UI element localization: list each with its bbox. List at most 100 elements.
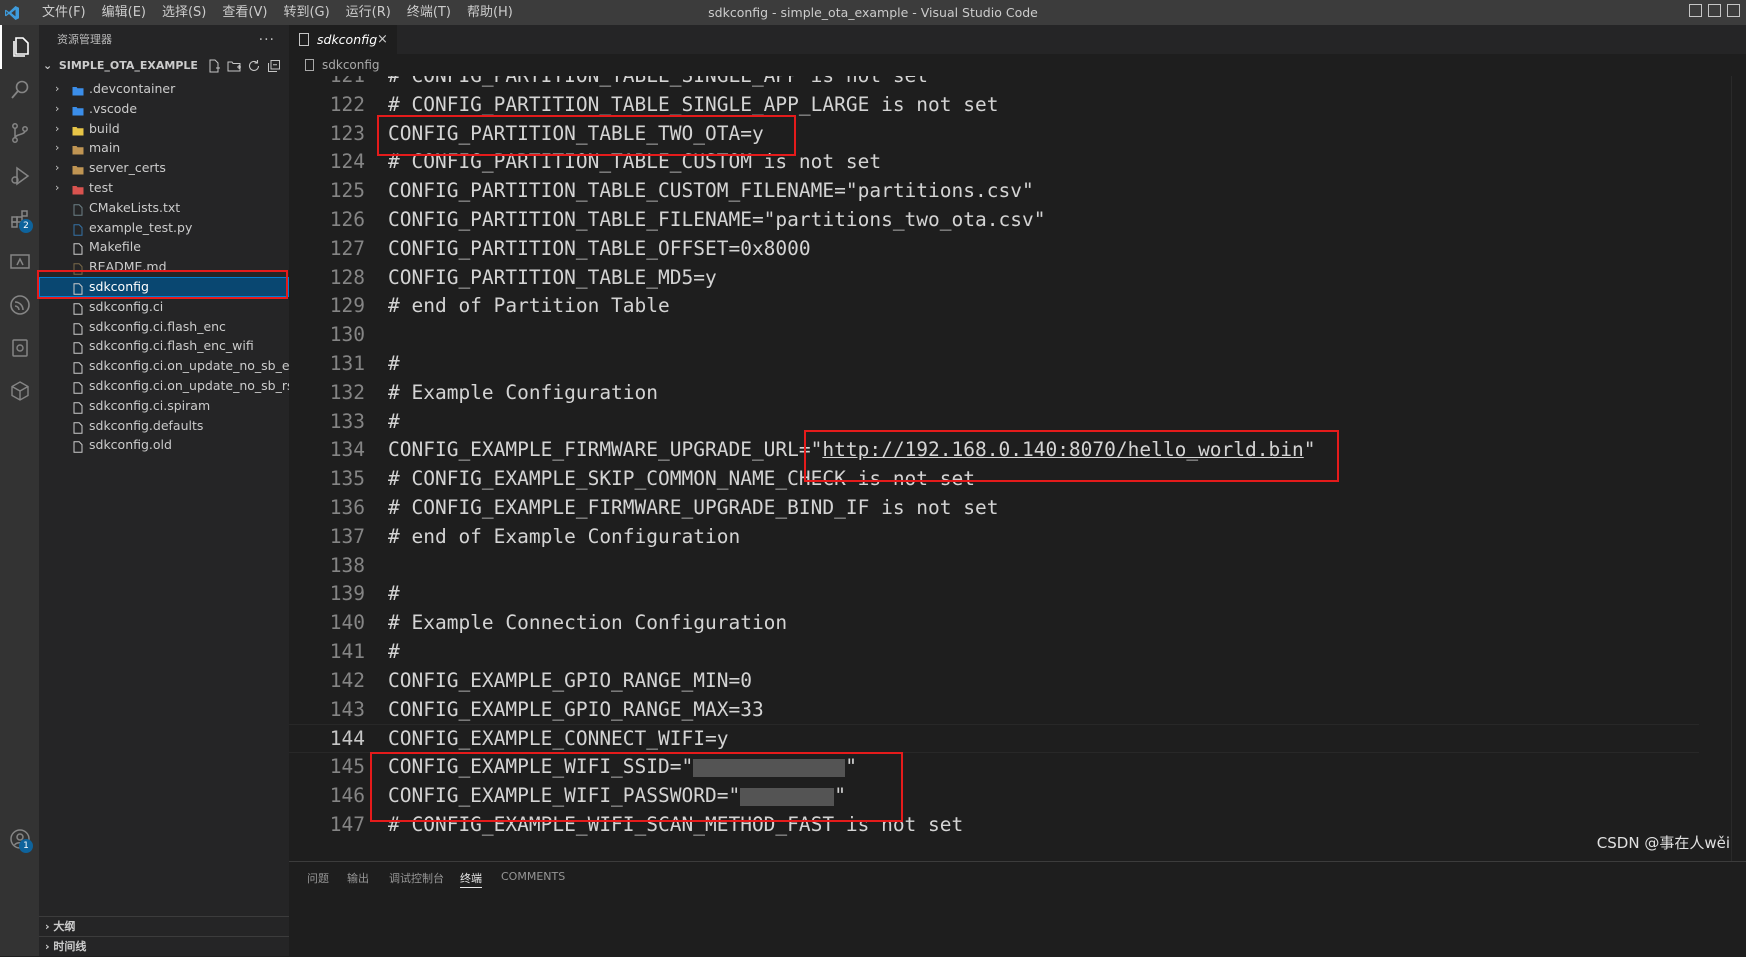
tree-file[interactable]: sdkconfig.ci.on_update_no_sb_ecdsa: [39, 356, 319, 376]
panel-tab[interactable]: 输出: [347, 870, 369, 886]
tree-file[interactable]: sdkconfig.ci.on_update_no_sb_rsa: [39, 376, 301, 396]
tree-item-label: server_certs: [89, 160, 166, 176]
tree-file[interactable]: sdkconfig.ci.flash_enc_wifi: [39, 336, 289, 356]
panel-tab[interactable]: 终端: [460, 870, 482, 888]
tree-folder[interactable]: › test: [39, 178, 289, 198]
outline-section-header[interactable]: › 大纲: [39, 916, 289, 936]
tree-item-label: sdkconfig.ci.flash_enc: [89, 318, 226, 334]
code-line[interactable]: 143 CONFIG_EXAMPLE_GPIO_RANGE_MAX=33: [289, 696, 1699, 725]
line-number: 147: [329, 812, 365, 836]
code-line[interactable]: 122 # CONFIG_PARTITION_TABLE_SINGLE_APP_L…: [289, 91, 1699, 120]
toggle-sidebar-icon[interactable]: [1689, 4, 1702, 17]
line-number: 124: [329, 150, 365, 174]
menu-item[interactable]: 转到(G): [275, 0, 337, 25]
accounts-badge: 1: [19, 839, 33, 853]
code-line[interactable]: 133 #: [289, 408, 1699, 437]
tree-folder[interactable]: › server_certs: [39, 158, 289, 178]
run-debug-icon[interactable]: [0, 154, 39, 198]
tab-label: sdkconfig: [317, 32, 378, 47]
explorer-icon[interactable]: [0, 25, 39, 69]
code-line[interactable]: 132 # Example Configuration: [289, 379, 1699, 408]
tree-folder[interactable]: › main: [39, 138, 289, 158]
code-line[interactable]: 137 # end of Example Configuration: [289, 523, 1699, 552]
menu-item[interactable]: 帮助(H): [459, 0, 521, 25]
panel-tab[interactable]: 调试控制台: [389, 870, 444, 886]
toggle-secondary-sidebar-icon[interactable]: [1727, 4, 1740, 17]
code-line[interactable]: 140 # Example Connection Configuration: [289, 609, 1699, 638]
device-icon[interactable]: [0, 326, 39, 370]
code-line[interactable]: 129 # end of Partition Table: [289, 292, 1699, 321]
code-line[interactable]: 130: [289, 321, 1699, 350]
code-line[interactable]: 128 CONFIG_PARTITION_TABLE_MD5=y: [289, 264, 1699, 293]
tree-file[interactable]: sdkconfig.ci: [39, 297, 289, 317]
tree-file[interactable]: sdkconfig.defaults: [39, 416, 289, 436]
menu-item[interactable]: 查看(V): [214, 0, 275, 25]
code-line[interactable]: 142 CONFIG_EXAMPLE_GPIO_RANGE_MIN=0: [289, 667, 1699, 696]
tab-sdkconfig[interactable]: sdkconfig ×: [289, 25, 397, 54]
panel-tab[interactable]: 问题: [307, 870, 329, 886]
refresh-icon[interactable]: [247, 59, 261, 73]
close-icon[interactable]: ×: [377, 25, 388, 54]
panel-tab[interactable]: COMMENTS: [501, 870, 565, 883]
new-folder-icon[interactable]: [227, 59, 241, 73]
breadcrumb-item[interactable]: sdkconfig: [322, 54, 380, 76]
code-line[interactable]: 145 CONFIG_EXAMPLE_WIFI_SSID=" ": [289, 753, 1699, 782]
components-icon[interactable]: [0, 369, 39, 413]
code-line[interactable]: 146 CONFIG_EXAMPLE_WIFI_PASSWORD=" ": [289, 782, 1699, 811]
code-line[interactable]: 135 # CONFIG_EXAMPLE_SKIP_COMMON_NAME_CHE…: [289, 465, 1699, 494]
tree-file[interactable]: sdkconfig.ci.flash_enc: [39, 317, 289, 337]
tree-file[interactable]: Makefile: [39, 237, 289, 257]
source-control-icon[interactable]: [0, 111, 39, 155]
firmware-url-link[interactable]: http://192.168.0.140:8070/hello_world.bi…: [822, 438, 1303, 461]
menu-item[interactable]: 选择(S): [154, 0, 214, 25]
code-line[interactable]: 139 #: [289, 580, 1699, 609]
tree-folder[interactable]: › .vscode: [39, 99, 289, 119]
code-line[interactable]: 147 # CONFIG_EXAMPLE_WIFI_SCAN_METHOD_FAS…: [289, 811, 1699, 840]
scrollbar[interactable]: [1731, 76, 1746, 861]
remote-explorer-icon[interactable]: [0, 240, 39, 284]
code-line[interactable]: 134 CONFIG_EXAMPLE_FIRMWARE_UPGRADE_URL="…: [289, 436, 1699, 465]
code-text: CONFIG_EXAMPLE_CONNECT_WIFI=y: [388, 727, 729, 751]
tree-file[interactable]: README.md: [39, 257, 289, 277]
tree-folder[interactable]: › build: [39, 119, 289, 139]
more-actions-icon[interactable]: ···: [259, 25, 275, 55]
menu-item[interactable]: 运行(R): [338, 0, 399, 25]
config-key: CONFIG_EXAMPLE_WIFI_SSID=": [388, 755, 694, 779]
collapse-all-icon[interactable]: [267, 59, 281, 73]
project-section-header[interactable]: ⌄ SIMPLE_OTA_EXAMPLE: [39, 55, 289, 77]
toggle-panel-icon[interactable]: [1708, 4, 1721, 17]
menu-item[interactable]: 终端(T): [399, 0, 459, 25]
file-icon: [72, 222, 84, 236]
title-bar: 文件(F) 编辑(E) 选择(S) 查看(V) 转到(G) 运行(R) 终端(T) 帮助(H)…: [0, 0, 1746, 25]
menu-item[interactable]: 编辑(E): [94, 0, 154, 25]
code-line[interactable]: 123 CONFIG_PARTITION_TABLE_TWO_OTA=y: [289, 120, 1699, 149]
tree-file[interactable]: CMakeLists.txt: [39, 198, 289, 218]
new-file-icon[interactable]: [207, 59, 221, 73]
code-line[interactable]: 121 # CONFIG_PARTITION_TABLE_SINGLE_APP i…: [289, 76, 1699, 91]
code-line[interactable]: 127 CONFIG_PARTITION_TABLE_OFFSET=0x8000: [289, 235, 1699, 264]
code-line[interactable]: 125 CONFIG_PARTITION_TABLE_CUSTOM_FILENAM…: [289, 177, 1699, 206]
tree-file[interactable]: sdkconfig.ci.spiram: [39, 396, 289, 416]
code-line[interactable]: 124 # CONFIG_PARTITION_TABLE_CUSTOM is no…: [289, 148, 1699, 177]
menu-item[interactable]: 文件(F): [34, 0, 94, 25]
line-number: 140: [329, 611, 365, 635]
code-line[interactable]: 126 CONFIG_PARTITION_TABLE_FILENAME="part…: [289, 206, 1699, 235]
espressif-icon[interactable]: [0, 283, 39, 327]
code-text: CONFIG_PARTITION_TABLE_TWO_OTA=y: [388, 121, 764, 145]
tree-folder[interactable]: › .devcontainer: [39, 79, 289, 99]
code-line[interactable]: 144 CONFIG_EXAMPLE_CONNECT_WIFI=y: [289, 724, 1699, 754]
code-line[interactable]: 141 #: [289, 638, 1699, 667]
code-line[interactable]: 136 # CONFIG_EXAMPLE_FIRMWARE_UPGRADE_BIN…: [289, 494, 1699, 523]
tree-file[interactable]: sdkconfig.old: [39, 435, 289, 455]
code-editor[interactable]: 121 # CONFIG_PARTITION_TABLE_SINGLE_APP i…: [289, 76, 1746, 861]
search-icon[interactable]: [0, 68, 39, 112]
tree-file[interactable]: example_test.py: [39, 218, 289, 238]
timeline-section-header[interactable]: › 时间线: [39, 936, 289, 956]
accounts-icon[interactable]: 1: [0, 817, 39, 861]
tree-file[interactable]: sdkconfig: [39, 277, 289, 297]
extensions-icon[interactable]: 2: [0, 197, 39, 241]
line-number: 133: [329, 409, 365, 433]
code-line[interactable]: 131 #: [289, 350, 1699, 379]
code-line[interactable]: 138: [289, 552, 1699, 581]
layout-controls: [1689, 4, 1740, 17]
